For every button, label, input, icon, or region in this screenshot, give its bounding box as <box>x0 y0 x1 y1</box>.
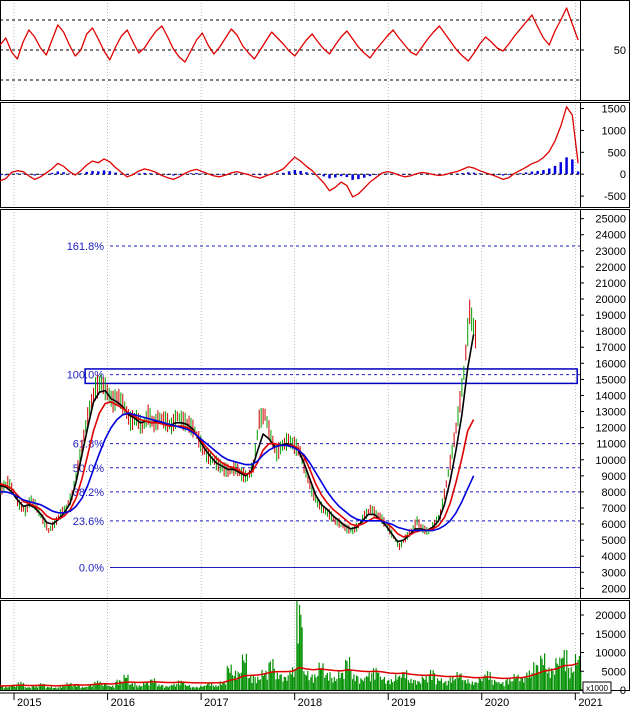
stock-chart: 50 1500 1000 500 0 -500 161.8% 100.0% 61.8% 50.… <box>0 0 630 710</box>
osc-line <box>0 106 579 198</box>
panel-frames <box>0 0 630 691</box>
x-tick-label: 2016 <box>111 697 135 709</box>
x-tick-label: 2017 <box>204 697 228 709</box>
fib-level-label: 23.6% <box>73 516 104 528</box>
x-tick-label: 2018 <box>298 697 322 709</box>
osc-axis-tick-label: 1500 <box>602 104 626 116</box>
osc-panel-border <box>0 102 630 208</box>
price-axis-tick-label: 7000 <box>602 503 626 515</box>
rsi-axis-tick-label: 50 <box>614 45 626 57</box>
price-axis-tick-label: 2000 <box>602 583 626 595</box>
osc-axis-tick-label: 0 <box>620 169 626 181</box>
price-axis-tick-label: 9000 <box>602 471 626 483</box>
osc-axis-tick-label: 1000 <box>602 125 626 137</box>
price-axis-tick-label: 25000 <box>595 214 626 226</box>
price-axis-tick-label: 16000 <box>595 358 626 370</box>
price-axis-tick-label: 11000 <box>596 439 626 451</box>
x-tick-label: 2021 <box>578 697 602 709</box>
price-panel: 161.8%100.0%61.8%50.0%38.2%23.6%0.0%2500… <box>0 214 626 595</box>
oscillator-panel: 1500 1000 500 0 -500 <box>0 104 626 203</box>
price-ma_mid-line <box>0 401 475 538</box>
price-axis-tick-label: 23000 <box>595 246 626 258</box>
fib-level-label: 0.0% <box>79 562 104 574</box>
fib-level-label: 161.8% <box>67 241 105 253</box>
chart-canvas: 50 150010005000-500 161.8%100.0%61.8%50.… <box>0 0 630 709</box>
x-axis: 2015 2016 2017 2018 2019 2020 2021 <box>0 0 603 709</box>
price-axis-tick-label: 17000 <box>595 342 626 354</box>
rsi-panel: 50 <box>0 7 626 81</box>
osc-axis-tick-label: -500 <box>604 191 626 203</box>
volume-axis-tick-label: 5000 <box>602 666 626 678</box>
x-tick-label: 2020 <box>485 697 509 709</box>
x-tick-label: 2015 <box>17 697 41 709</box>
price-axis-tick-label: 24000 <box>595 230 626 242</box>
volume-units-label: x1000 <box>586 684 608 693</box>
resistance-zone-box <box>84 368 578 385</box>
price-axis-tick-label: 10000 <box>595 455 626 467</box>
price-axis-tick-label: 22000 <box>595 262 626 274</box>
price-axis-tick-label: 18000 <box>595 326 626 338</box>
price-axis-tick-label: 21000 <box>595 278 626 290</box>
volume-axis-tick-label: 0 <box>620 685 626 697</box>
price-axis-tick-label: 15000 <box>595 374 626 386</box>
volume-axis-tick-label: 10000 <box>595 648 626 660</box>
volume-panel: 20000 15000 10000 5000 0 x1000 <box>0 601 626 697</box>
price-axis-tick-label: 12000 <box>595 423 626 435</box>
rsi-line <box>0 7 579 63</box>
x-tick-label: 2019 <box>391 697 415 709</box>
price-panel-border <box>0 209 630 599</box>
volume-axis-tick-label: 15000 <box>595 629 626 641</box>
price-axis-tick-label: 5000 <box>602 535 626 547</box>
price-axis-tick-label: 20000 <box>595 294 626 306</box>
price-axis-tick-label: 13000 <box>595 407 626 419</box>
osc-axis-tick-label: 500 <box>608 147 626 159</box>
price-axis-tick-label: 4000 <box>602 551 626 563</box>
price-axis-tick-label: 8000 <box>602 487 626 499</box>
price-axis-tick-label: 3000 <box>602 567 626 579</box>
price-axis-tick-label: 14000 <box>595 390 626 402</box>
volume-axis-tick-label: 20000 <box>595 610 626 622</box>
price-axis-tick-label: 6000 <box>602 519 626 531</box>
price-axis-tick-label: 19000 <box>595 310 626 322</box>
